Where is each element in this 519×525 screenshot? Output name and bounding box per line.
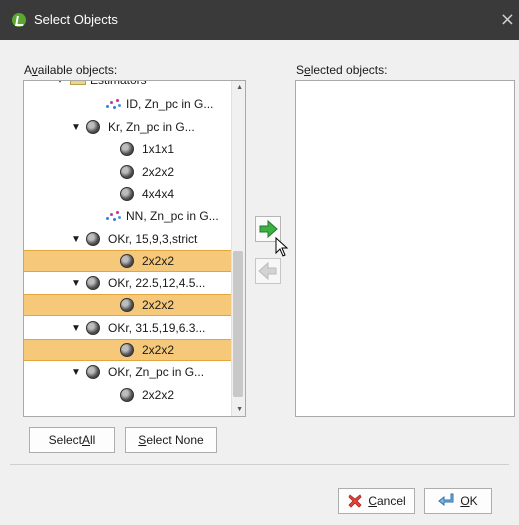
tree-row-label: OKr, 31.5,19,6.3...	[108, 321, 206, 335]
select-none-button[interactable]: Select None	[125, 427, 217, 453]
tree-row-label: OKr, Zn_pc in G...	[108, 365, 205, 379]
remove-from-selected-button[interactable]	[255, 258, 281, 284]
tree-row[interactable]: 2x2x2	[24, 384, 232, 406]
block-model-orb-icon	[120, 165, 134, 179]
tree-row-label: OKr, 22.5,12,4.5...	[108, 276, 206, 290]
window-title: Select Objects	[34, 12, 118, 27]
tree-row[interactable]: ID, Zn_pc in G...	[24, 93, 232, 115]
folder-icon	[70, 81, 86, 85]
tree-row-selected[interactable]: 2x2x2	[24, 339, 232, 361]
scroll-down-icon[interactable]: ▼	[236, 406, 243, 413]
select-all-button[interactable]: Select All	[29, 427, 115, 453]
tree-row-label: 2x2x2	[142, 298, 175, 312]
tree-row-label: Kr, Zn_pc in G...	[108, 120, 195, 134]
block-model-orb-icon	[120, 298, 134, 312]
block-model-orb-icon	[120, 142, 134, 156]
scroll-thumb[interactable]	[233, 251, 243, 397]
block-model-orb-icon	[86, 321, 100, 335]
expand-toggle-icon[interactable]: ▼	[70, 234, 82, 245]
footer-separator	[10, 464, 509, 465]
selected-objects-label: Selected objects:	[296, 63, 388, 77]
block-model-orb-icon	[86, 120, 100, 134]
cancel-button[interactable]: Cancel	[338, 488, 415, 514]
tree-row[interactable]: ▼ OKr, Zn_pc in G...	[24, 361, 232, 383]
tree-row-label: ID, Zn_pc in G...	[126, 97, 214, 111]
tree-row[interactable]: ▼ OKr, 22.5,12,4.5...	[24, 272, 232, 294]
app-logo-icon	[12, 13, 26, 27]
block-model-orb-icon	[120, 388, 134, 402]
tree-row[interactable]: 2x2x2	[24, 161, 232, 183]
scroll-up-icon[interactable]: ▲	[236, 84, 243, 91]
left-arrow-icon	[258, 261, 277, 281]
tree-row-label: 2x2x2	[142, 254, 175, 268]
available-objects-label: Available objects:	[24, 63, 118, 77]
tree-row-label: 2x2x2	[142, 388, 175, 402]
block-model-orb-icon	[86, 232, 100, 246]
tree-row-label: Estimators	[90, 80, 147, 87]
tree-row[interactable]: 4x4x4	[24, 183, 232, 205]
tree-row[interactable]: NN, Zn_pc in G...	[24, 205, 232, 227]
close-icon[interactable]: ×	[500, 9, 515, 30]
tree-row-label: 2x2x2	[142, 343, 175, 357]
mouse-pointer-icon	[275, 237, 289, 257]
title-bar: Select Objects ×	[0, 0, 519, 40]
expand-toggle-icon[interactable]: ▼	[70, 278, 82, 289]
tree-row[interactable]: ▼ OKr, 15,9,3,strict	[24, 228, 232, 250]
block-model-orb-icon	[120, 187, 134, 201]
tree-row-label: 1x1x1	[142, 142, 175, 156]
expand-toggle-icon[interactable]: ▼	[70, 122, 82, 133]
tree-row[interactable]: 1x1x1	[24, 138, 232, 160]
tree-row[interactable]: ▾ Estimators	[24, 80, 232, 91]
tree-row-label: OKr, 15,9,3,strict	[108, 232, 198, 246]
available-objects-tree[interactable]: ▾ Estimators ID, Zn_pc in G... ▼ Kr, Zn_pc i…	[23, 80, 246, 417]
tree-row-selected[interactable]: 2x2x2	[24, 294, 232, 316]
block-model-orb-icon	[120, 343, 134, 357]
tree-scrollbar[interactable]: ▲ ▼	[231, 81, 245, 416]
selected-objects-list[interactable]	[295, 80, 515, 417]
expand-toggle-icon[interactable]: ▾	[54, 81, 66, 86]
ok-button[interactable]: OK	[424, 488, 492, 514]
tree-row-label: NN, Zn_pc in G...	[126, 209, 219, 223]
tree-row[interactable]: ▼ Kr, Zn_pc in G...	[24, 116, 232, 138]
block-model-orb-icon	[120, 254, 134, 268]
tree-row[interactable]: ▼ OKr, 31.5,19,6.3...	[24, 317, 232, 339]
ok-return-arrow-icon	[438, 493, 454, 507]
block-model-orb-icon	[86, 365, 100, 379]
expand-toggle-icon[interactable]: ▼	[70, 323, 82, 334]
cancel-x-icon	[348, 494, 362, 508]
tree-row-label: 4x4x4	[142, 187, 175, 201]
tree-row-selected[interactable]: 2x2x2	[24, 250, 232, 272]
block-model-orb-icon	[86, 276, 100, 290]
scatter-points-icon	[104, 209, 122, 223]
expand-toggle-icon[interactable]: ▼	[70, 367, 82, 378]
scatter-points-icon	[104, 97, 122, 111]
tree-row-label: 2x2x2	[142, 165, 175, 179]
